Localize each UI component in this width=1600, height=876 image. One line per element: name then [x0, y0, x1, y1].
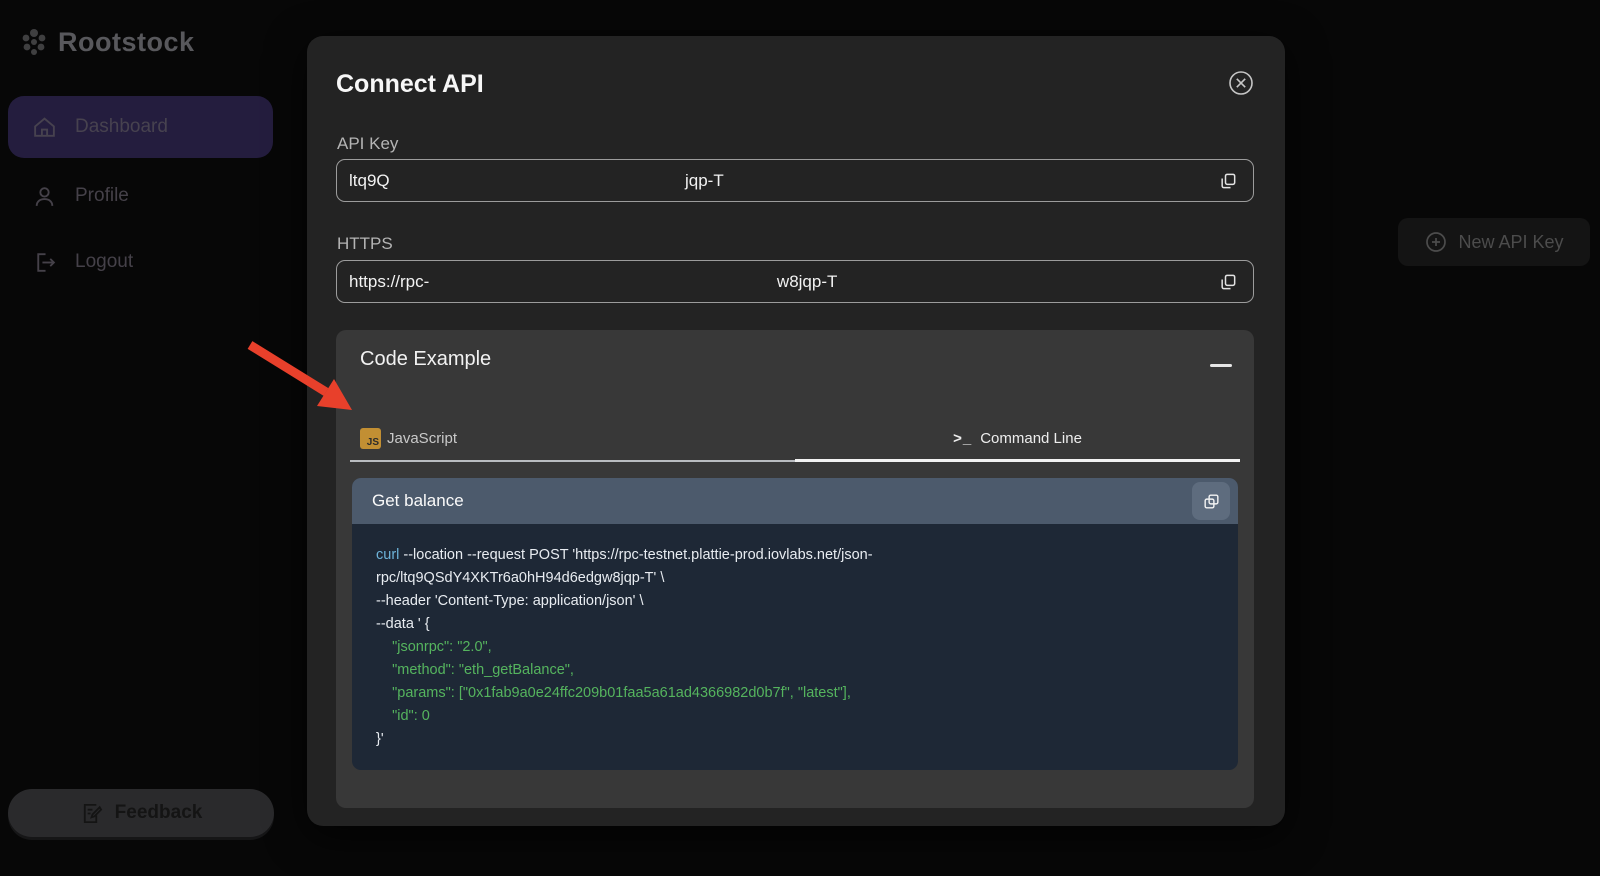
connect-api-modal: Connect API API Key ltq9Q jqp-T HTTPS ht…: [307, 36, 1285, 826]
logout-icon: [32, 250, 57, 275]
code-example-card: Code Example JS JavaScript >_ Command Li…: [336, 330, 1254, 808]
new-api-key-button[interactable]: New API Key: [1398, 218, 1590, 266]
code-token: "id": 0: [376, 708, 430, 724]
code-snippet-title: Get balance: [372, 491, 464, 511]
code-line: curl --location --request POST 'https://…: [376, 544, 1214, 567]
sidebar-item-profile[interactable]: Profile: [8, 168, 273, 224]
code-line: "params": ["0x1fab9a0e24ffc209b01faa5a61…: [376, 682, 1214, 705]
copy-icon: [1202, 492, 1221, 511]
sidebar-item-label: Profile: [75, 185, 129, 207]
code-token: --location --request POST 'https://rpc-t…: [399, 547, 872, 563]
code-token: "method": "eth_getBalance",: [376, 662, 574, 678]
copy-code-button[interactable]: [1192, 482, 1230, 520]
sidebar-item-label: Logout: [75, 251, 133, 273]
copy-https-button[interactable]: [1215, 269, 1241, 295]
copy-api-key-button[interactable]: [1215, 168, 1241, 194]
https-label: HTTPS: [337, 234, 393, 254]
code-language-tabs: JS JavaScript >_ Command Line: [350, 414, 1240, 462]
copy-icon: [1218, 272, 1238, 292]
code-line: --header 'Content-Type: application/json…: [376, 590, 1214, 613]
code-token: "params": ["0x1fab9a0e24ffc209b01faa5a61…: [376, 685, 851, 701]
code-line: "method": "eth_getBalance",: [376, 659, 1214, 682]
code-example-title: Code Example: [360, 348, 491, 371]
code-token: rpc/ltq9QSdY4XKTr6a0hH94d6edgw8jqp-T' \: [376, 570, 664, 586]
feedback-label: Feedback: [115, 802, 203, 824]
code-line: "jsonrpc": "2.0",: [376, 636, 1214, 659]
tab-command-line-label: Command Line: [980, 430, 1082, 447]
plus-circle-icon: [1424, 230, 1448, 254]
sidebar-item-dashboard[interactable]: Dashboard: [8, 96, 273, 158]
api-key-value-end: jqp-T: [685, 171, 724, 191]
api-key-value-start: ltq9Q: [349, 171, 390, 191]
code-snippet-header: Get balance: [352, 478, 1238, 524]
code-line: rpc/ltq9QSdY4XKTr6a0hH94d6edgw8jqp-T' \: [376, 567, 1214, 590]
code-token: "jsonrpc": "2.0",: [376, 639, 492, 655]
close-icon: [1227, 69, 1255, 97]
code-token: }': [376, 731, 384, 747]
api-key-field[interactable]: ltq9Q jqp-T: [336, 159, 1254, 202]
tab-javascript-label: JavaScript: [387, 430, 457, 447]
feedback-icon: [80, 802, 103, 825]
tab-command-line[interactable]: >_ Command Line: [795, 414, 1240, 462]
feedback-button[interactable]: Feedback: [8, 789, 274, 837]
code-snippet-body[interactable]: curl --location --request POST 'https://…: [352, 524, 1238, 770]
minus-icon: [1210, 364, 1232, 367]
tab-underline: [350, 460, 795, 462]
user-icon: [32, 184, 57, 209]
api-key-label: API Key: [337, 134, 398, 154]
rootstock-logo-icon: [18, 26, 50, 58]
https-value-start: https://rpc-: [349, 272, 429, 292]
code-snippet-block: Get balance curl --location --request PO…: [352, 478, 1238, 770]
rootstock-logo: Rootstock: [18, 26, 195, 58]
home-icon: [32, 115, 57, 140]
terminal-prompt-icon: >_: [953, 430, 972, 447]
close-button[interactable]: [1227, 69, 1255, 97]
new-api-key-label: New API Key: [1458, 232, 1563, 253]
logo-text: Rootstock: [58, 27, 195, 58]
js-badge-icon: JS: [360, 428, 381, 449]
sidebar-item-label: Dashboard: [75, 116, 168, 138]
collapse-button[interactable]: [1210, 358, 1232, 372]
https-field[interactable]: https://rpc- w8jqp-T: [336, 260, 1254, 303]
tab-javascript[interactable]: JS JavaScript: [350, 414, 795, 462]
code-token: --data ' {: [376, 616, 430, 632]
code-token: curl: [376, 547, 399, 563]
modal-title: Connect API: [336, 70, 484, 99]
code-line: "id": 0: [376, 705, 1214, 728]
https-value-end: w8jqp-T: [777, 272, 867, 292]
sidebar-item-logout[interactable]: Logout: [8, 234, 273, 290]
code-line: --data ' {: [376, 613, 1214, 636]
app-root: Rootstock Dashboard Profile Logout Feedb…: [0, 0, 1600, 876]
tab-underline-active: [795, 459, 1240, 462]
code-line: }': [376, 728, 1214, 751]
copy-icon: [1218, 171, 1238, 191]
code-token: --header 'Content-Type: application/json…: [376, 593, 644, 609]
